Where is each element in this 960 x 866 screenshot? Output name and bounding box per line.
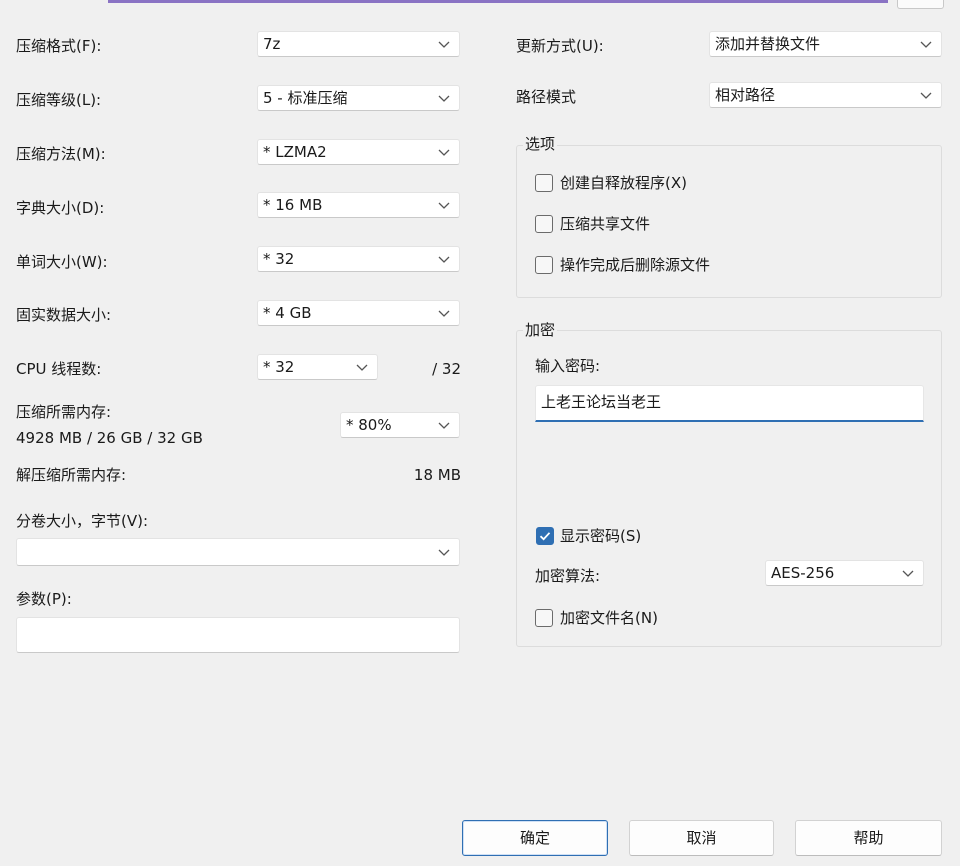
show-password-label: 显示密码(S) xyxy=(560,527,642,545)
chevron-down-icon xyxy=(436,144,452,160)
algo-combo[interactable]: AES-256 xyxy=(765,560,924,586)
word-combo[interactable]: * 32 xyxy=(257,246,460,272)
window-corner-button[interactable] xyxy=(897,0,944,9)
algo-label: 加密算法: xyxy=(535,567,601,585)
password-input[interactable]: 上老王论坛当老王 xyxy=(535,385,924,422)
level-combo[interactable]: 5 - 标准压缩 xyxy=(257,85,460,111)
threads-combo[interactable]: * 32 xyxy=(257,354,378,380)
password-label: 输入密码: xyxy=(535,357,601,375)
encryption-title: 加密 xyxy=(523,320,558,340)
chevron-down-icon xyxy=(436,544,452,560)
mem-label: 压缩所需内存: xyxy=(16,403,112,421)
solid-value: * 4 GB xyxy=(263,304,312,322)
threads-value: * 32 xyxy=(263,358,295,376)
mem-combo[interactable]: * 80% xyxy=(340,412,460,438)
method-combo[interactable]: * LZMA2 xyxy=(257,139,460,165)
word-value: * 32 xyxy=(263,250,295,268)
dict-combo[interactable]: * 16 MB xyxy=(257,192,460,218)
encrypt-names-label: 加密文件名(N) xyxy=(560,609,658,627)
sfx-checkbox[interactable] xyxy=(535,174,553,192)
show-password-checkbox[interactable] xyxy=(536,527,554,545)
dict-label: 字典大小(D): xyxy=(16,199,105,217)
update-value: 添加并替换文件 xyxy=(715,35,821,53)
encrypt-names-checkbox[interactable] xyxy=(535,609,553,627)
decomp-value: 18 MB xyxy=(413,466,461,484)
mem-detail: 4928 MB / 26 GB / 32 GB xyxy=(16,429,203,447)
shared-label: 压缩共享文件 xyxy=(560,215,651,233)
format-value: 7z xyxy=(263,35,281,53)
sfx-label: 创建自释放程序(X) xyxy=(560,174,687,192)
dict-value: * 16 MB xyxy=(263,196,323,214)
method-label: 压缩方法(M): xyxy=(16,145,106,163)
chevron-down-icon xyxy=(436,305,452,321)
chevron-down-icon xyxy=(436,197,452,213)
password-value: 上老王论坛当老王 xyxy=(541,393,662,411)
word-label: 单词大小(W): xyxy=(16,253,108,271)
format-label: 压缩格式(F): xyxy=(16,37,102,55)
chevron-down-icon xyxy=(436,36,452,52)
split-combo[interactable] xyxy=(16,538,460,566)
update-label: 更新方式(U): xyxy=(516,37,604,55)
path-value: 相对路径 xyxy=(715,86,776,104)
threads-max: / 32 xyxy=(432,360,461,378)
path-combo[interactable]: 相对路径 xyxy=(709,82,942,108)
level-value: 5 - 标准压缩 xyxy=(263,89,348,107)
delete-checkbox[interactable] xyxy=(535,256,553,274)
solid-combo[interactable]: * 4 GB xyxy=(257,300,460,326)
chevron-down-icon xyxy=(918,36,934,52)
chevron-down-icon xyxy=(918,87,934,103)
decomp-label: 解压缩所需内存: xyxy=(16,466,127,484)
shared-checkbox[interactable] xyxy=(535,215,553,233)
checkmark-icon xyxy=(539,532,551,541)
delete-label: 操作完成后删除源文件 xyxy=(560,256,711,274)
level-label: 压缩等级(L): xyxy=(16,91,102,109)
mem-value: * 80% xyxy=(346,416,392,434)
encryption-group xyxy=(516,330,942,647)
ok-button[interactable]: 确定 xyxy=(462,820,608,856)
chevron-down-icon xyxy=(436,417,452,433)
update-combo[interactable]: 添加并替换文件 xyxy=(709,31,942,57)
method-value: * LZMA2 xyxy=(263,143,327,161)
chevron-down-icon xyxy=(900,565,916,581)
chevron-down-icon xyxy=(354,359,370,375)
cancel-button[interactable]: 取消 xyxy=(629,820,774,856)
algo-value: AES-256 xyxy=(771,564,835,582)
threads-label: CPU 线程数: xyxy=(16,360,102,378)
split-label: 分卷大小，字节(V): xyxy=(16,512,149,530)
chevron-down-icon xyxy=(436,251,452,267)
solid-label: 固实数据大小: xyxy=(16,306,112,324)
chevron-down-icon xyxy=(436,90,452,106)
path-label: 路径模式 xyxy=(516,88,577,106)
options-title: 选项 xyxy=(523,134,558,154)
params-input[interactable] xyxy=(16,617,460,653)
format-combo[interactable]: 7z xyxy=(257,31,460,57)
help-button[interactable]: 帮助 xyxy=(795,820,942,856)
params-label: 参数(P): xyxy=(16,590,72,608)
window-top-accent xyxy=(108,0,888,3)
